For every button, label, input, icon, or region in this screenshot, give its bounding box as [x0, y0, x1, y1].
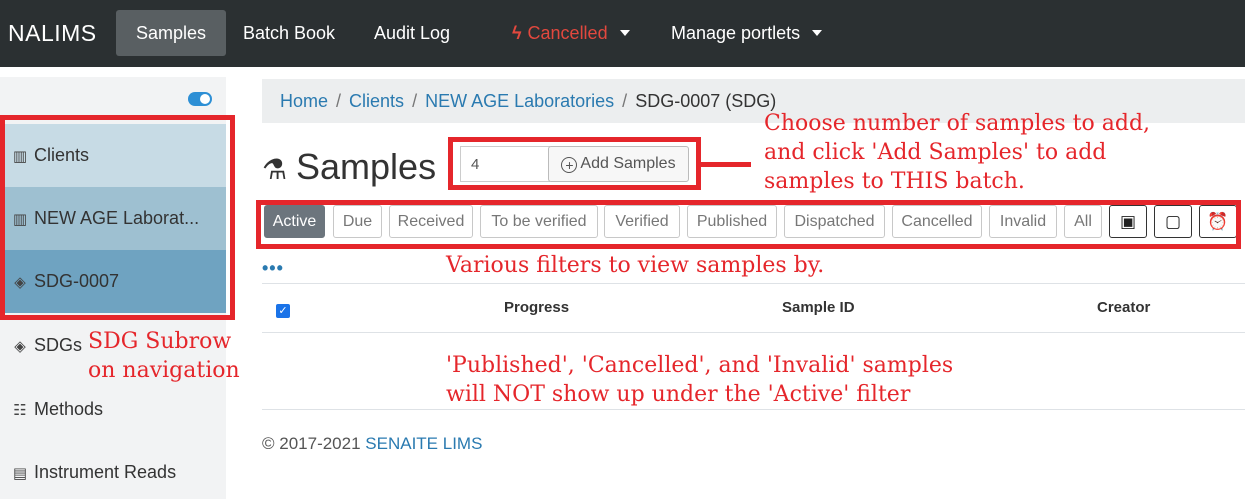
divider	[262, 283, 1245, 284]
breadcrumb-client[interactable]: NEW AGE Laboratories	[425, 91, 614, 111]
senaite-link[interactable]: SENAITE LIMS	[365, 434, 482, 453]
breadcrumb-home[interactable]: Home	[280, 91, 328, 111]
column-creator[interactable]: Creator	[1097, 299, 1150, 316]
top-navbar: NALIMS Samples Batch Book Audit Log ϟ Can…	[0, 0, 1245, 67]
nav-manage-portlets-dropdown[interactable]: Manage portlets	[651, 10, 842, 56]
nav-cancelled-dropdown[interactable]: ϟ Cancelled	[492, 10, 650, 56]
flask-icon: ⚗	[262, 154, 288, 185]
brand-logo[interactable]: NALIMS	[8, 20, 97, 47]
file-icon: ▤	[12, 465, 28, 482]
select-all-checkbox[interactable]: ✓	[276, 304, 290, 318]
nav-audit-log[interactable]: Audit Log	[354, 10, 470, 56]
annotation-active-note: 'Published', 'Cancelled', and 'Invalid' …	[446, 353, 954, 407]
bolt-icon: ϟ	[512, 23, 522, 43]
column-sample-id[interactable]: Sample ID	[782, 299, 855, 316]
breadcrumb-current: SDG-0007 (SDG)	[635, 91, 777, 111]
chevron-down-icon	[619, 30, 630, 36]
breadcrumb-clients[interactable]: Clients	[349, 91, 404, 111]
annotation-add-samples: Choose number of samples to add, and cli…	[764, 111, 1151, 194]
annotation-filters: Various filters to view samples by.	[446, 253, 825, 278]
footer: © 2017-2021 SENAITE LIMS	[262, 434, 483, 453]
layers-icon: ◈	[14, 338, 26, 355]
divider	[262, 409, 1245, 410]
list-icon: ☷	[13, 402, 27, 419]
chevron-down-icon	[812, 30, 823, 36]
annotation-box-add-samples	[448, 137, 701, 190]
nav-samples[interactable]: Samples	[116, 10, 227, 56]
page-title: ⚗ Samples	[262, 146, 437, 187]
sidebar-toggle[interactable]	[188, 92, 212, 106]
annotation-box-sidebar	[0, 115, 235, 320]
annotation-sdg-subrow: SDG Subrow on navigation	[88, 329, 240, 383]
sidebar-item-instrument-reads[interactable]: ▤ Instrument Reads	[0, 441, 226, 504]
nav-batch-book[interactable]: Batch Book	[223, 10, 355, 56]
more-options-icon[interactable]: •••	[262, 258, 284, 279]
sidebar-item-methods[interactable]: ☷ Methods	[0, 378, 226, 441]
annotation-box-filters	[256, 200, 1241, 249]
column-progress[interactable]: Progress	[504, 299, 569, 316]
divider	[262, 332, 1245, 333]
annotation-connector	[699, 162, 751, 167]
